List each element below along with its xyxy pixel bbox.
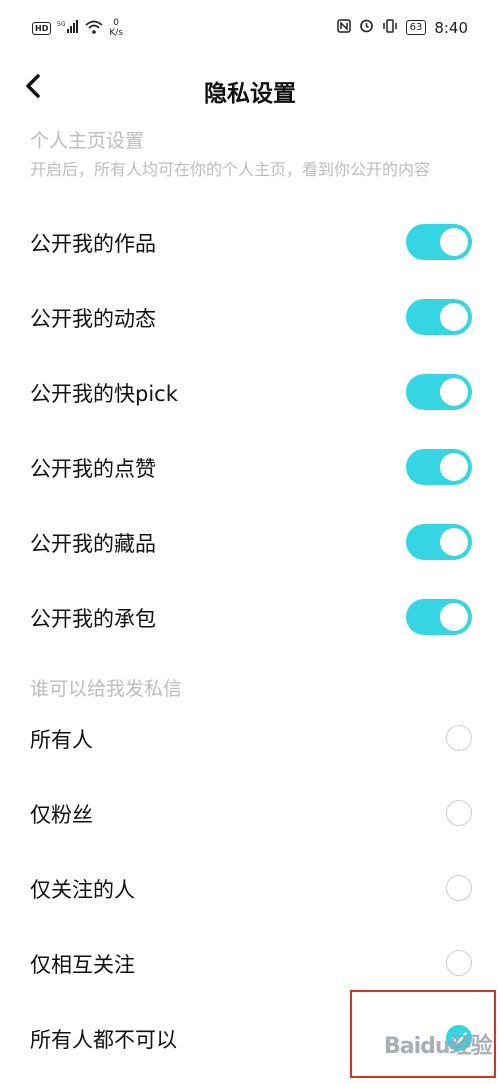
toggle-row-collections[interactable]: 公开我的藏品 [0, 506, 500, 580]
toggle-knob [440, 228, 468, 256]
public-quickpick-toggle[interactable] [406, 374, 472, 410]
status-bar: HD 5G 0 K/s 63 8:40 [0, 0, 500, 58]
speed-unit: K/s [109, 28, 123, 38]
radio-row-followers[interactable]: 仅粉丝 [0, 777, 500, 851]
status-left: HD 5G 0 K/s [32, 18, 123, 38]
option-label: 仅相互关注 [30, 953, 135, 977]
toggle-label: 公开我的藏品 [30, 532, 156, 556]
section-title-profile: 个人主页设置 [30, 130, 145, 152]
toggle-label: 公开我的快pick [30, 382, 178, 406]
hd-badge: HD [32, 21, 52, 35]
option-label: 仅关注的人 [30, 878, 135, 902]
battery-indicator: 63 [405, 20, 427, 35]
toggle-row-contracts[interactable]: 公开我的承包 [0, 581, 500, 655]
network-speed: 0 K/s [109, 18, 123, 38]
status-right: 63 8:40 [336, 18, 468, 37]
public-likes-toggle[interactable] [406, 449, 472, 485]
toggle-label: 公开我的作品 [30, 232, 156, 256]
toggle-row-quickpick[interactable]: 公开我的快pick [0, 356, 500, 430]
radio-button[interactable] [446, 950, 472, 976]
public-contracts-toggle[interactable] [406, 599, 472, 635]
toggle-knob [440, 303, 468, 331]
page-title: 隐私设置 [204, 81, 296, 107]
svg-text:5G: 5G [57, 21, 66, 28]
public-works-toggle[interactable] [406, 224, 472, 260]
section-title-messages: 谁可以给我发私信 [30, 678, 183, 700]
public-moments-toggle[interactable] [406, 299, 472, 335]
nav-bar: 隐私设置 [0, 58, 500, 118]
toggle-label: 公开我的点赞 [30, 457, 156, 481]
toggle-row-moments[interactable]: 公开我的动态 [0, 281, 500, 355]
toggle-label: 公开我的承包 [30, 607, 156, 631]
option-label: 仅粉丝 [30, 803, 93, 827]
toggle-knob [440, 378, 468, 406]
baidu-watermark: Baidu经验 [384, 1034, 493, 1059]
radio-button[interactable] [446, 725, 472, 751]
toggle-knob [440, 603, 468, 631]
vibrate-icon [382, 18, 398, 37]
signal-icon: 5G [57, 19, 79, 37]
radio-row-everyone[interactable]: 所有人 [0, 702, 500, 776]
toggle-knob [440, 453, 468, 481]
toggle-row-likes[interactable]: 公开我的点赞 [0, 431, 500, 505]
option-label: 所有人 [30, 728, 93, 752]
radio-button[interactable] [446, 800, 472, 826]
speed-value: 0 [113, 18, 120, 28]
nfc-icon [336, 18, 351, 37]
toggle-label: 公开我的动态 [30, 307, 156, 331]
public-collections-toggle[interactable] [406, 524, 472, 560]
clock: 8:40 [434, 18, 468, 37]
option-label: 所有人都不可以 [30, 1028, 177, 1052]
toggle-row-works[interactable]: 公开我的作品 [0, 206, 500, 280]
alarm-icon [359, 18, 374, 37]
radio-row-following[interactable]: 仅关注的人 [0, 852, 500, 926]
radio-button[interactable] [446, 875, 472, 901]
toggle-knob [440, 528, 468, 556]
section-description: 开启后，所有人均可在你的个人主页，看到你公开的内容 [30, 160, 431, 179]
wifi-icon [85, 20, 103, 37]
